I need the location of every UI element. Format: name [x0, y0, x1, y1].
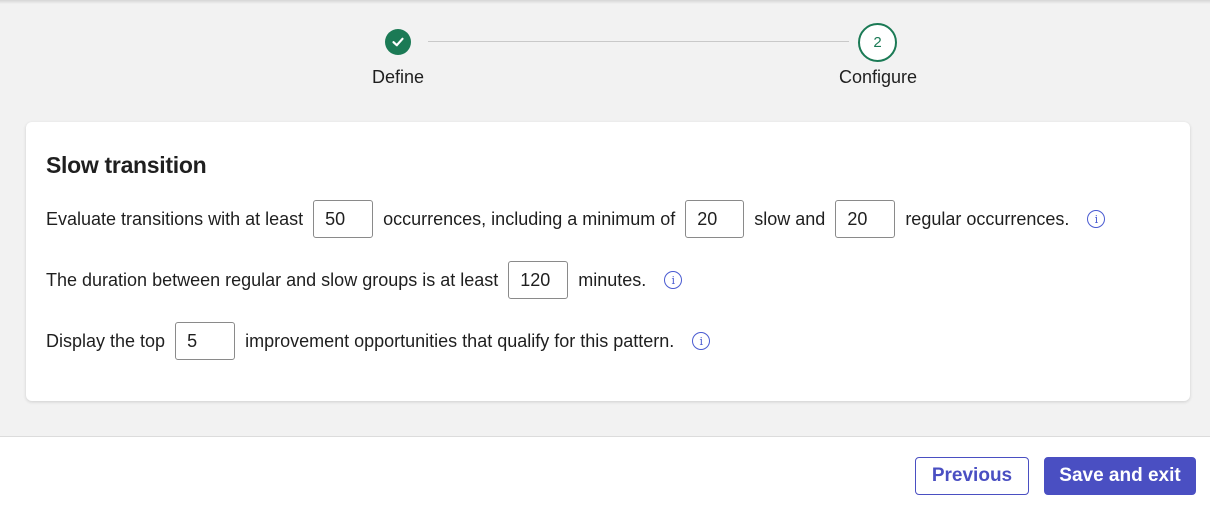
top-count-row: Display the top improvement opportunitie… [46, 322, 711, 360]
stepper-connector [428, 41, 849, 42]
row2-text-1: The duration between regular and slow gr… [46, 269, 499, 290]
duration-row: The duration between regular and slow gr… [46, 261, 683, 299]
min-regular-input[interactable] [835, 200, 896, 238]
min-slow-input[interactable] [685, 200, 745, 238]
step-1-complete-indicator [385, 29, 411, 55]
top-count-input[interactable] [175, 322, 236, 360]
info-icon[interactable]: i [692, 332, 711, 350]
previous-button[interactable]: Previous [915, 457, 1029, 495]
info-icon[interactable]: i [1087, 210, 1106, 228]
header-shadow [0, 0, 1210, 4]
step-2-label: Configure [838, 67, 918, 87]
row1-text-1: Evaluate transitions with at least [46, 208, 304, 229]
min-occurrences-input[interactable] [313, 200, 374, 238]
row3-text-1: Display the top [46, 330, 166, 351]
row1-text-2: occurrences, including a minimum of [383, 208, 676, 229]
step-1-label: Define [371, 67, 425, 87]
row2-text-2: minutes. [578, 269, 647, 290]
save-and-exit-button[interactable]: Save and exit [1044, 457, 1196, 495]
info-icon[interactable]: i [664, 271, 683, 289]
check-icon [392, 37, 404, 47]
step-2-current-indicator: 2 [858, 23, 897, 62]
card-title: Slow transition [46, 152, 207, 178]
occurrences-row: Evaluate transitions with at least occur… [46, 200, 1106, 238]
slow-transition-card: Slow transition Evaluate transitions wit… [26, 122, 1190, 401]
row3-text-2: improvement opportunities that qualify f… [245, 330, 675, 351]
row1-text-3: slow and [754, 208, 826, 229]
duration-input[interactable] [508, 261, 569, 299]
row1-text-4: regular occurrences. [905, 208, 1070, 229]
